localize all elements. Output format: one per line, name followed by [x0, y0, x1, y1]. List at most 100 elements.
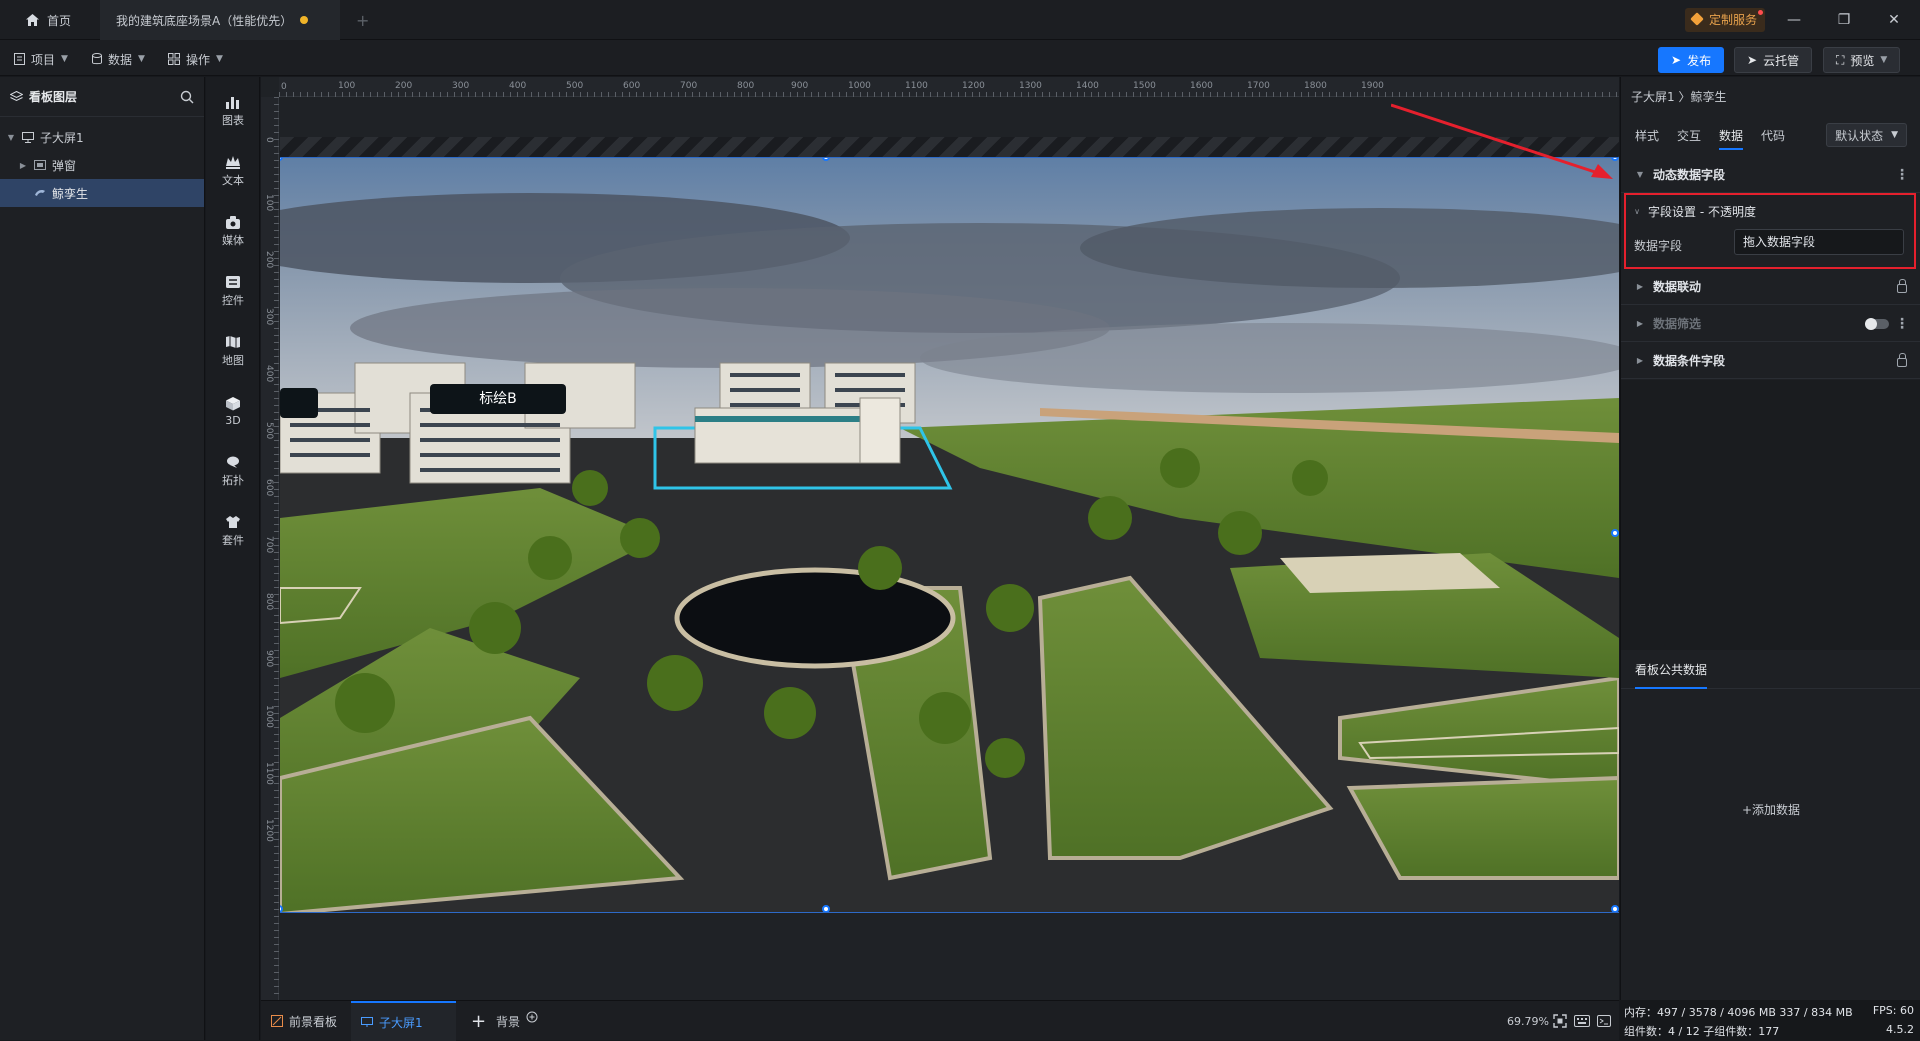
expand-icon[interactable]: ▼ — [6, 133, 16, 142]
send-icon: ➤ — [1671, 53, 1682, 67]
expand-icon[interactable]: ∨ — [1632, 207, 1642, 216]
collapse-icon[interactable]: ▶ — [18, 161, 28, 170]
collapse-icon[interactable]: ▶ — [1635, 282, 1645, 291]
tab-project[interactable]: 我的建筑底座场景A（性能优先） — [100, 0, 340, 40]
component-map[interactable]: 地图 — [206, 327, 260, 375]
tree-item-label: 鲸孪生 — [52, 186, 89, 201]
more-icon[interactable]: ⋮ — [1895, 316, 1909, 332]
ruler-vertical[interactable]: 0 100 200 300 400 500 600 700 800 900 10… — [261, 97, 279, 1000]
custom-service-button[interactable]: 定制服务 — [1685, 8, 1766, 32]
ruler-ticks — [279, 77, 1619, 97]
section-dynamic-fields-label: 动态数据字段 — [1653, 168, 1726, 182]
add-data-button[interactable]: +添加数据 — [1621, 797, 1920, 821]
add-circle-icon[interactable] — [526, 1011, 538, 1023]
ruler-label: 100 — [264, 194, 274, 212]
keyboard-icon[interactable] — [1574, 1015, 1590, 1027]
component-kit-label: 套件 — [222, 533, 244, 547]
preview-button[interactable]: ⛶ 预览 ▼ — [1823, 47, 1901, 73]
ruler-label: 1000 — [264, 705, 274, 728]
tab-style[interactable]: 样式 — [1635, 127, 1659, 144]
restore-button[interactable]: ❐ — [1830, 8, 1858, 32]
ruler-label: 800 — [264, 593, 274, 611]
component-topology-label: 拓扑 — [222, 473, 244, 487]
close-button[interactable]: ✕ — [1880, 8, 1908, 32]
field-setting-title: 字段设置 - 不透明度 — [1648, 205, 1756, 219]
collapse-icon[interactable]: ▶ — [1635, 319, 1645, 328]
tab-screen-1[interactable]: 子大屏1 — [351, 1001, 456, 1041]
lock-icon[interactable] — [1897, 279, 1907, 293]
component-media[interactable]: 媒体 — [206, 207, 260, 255]
status-bar: 内存：497 / 3578 / 4096 MB 337 / 834 MB FPS… — [1620, 1000, 1920, 1040]
send-icon: ➤ — [1747, 53, 1758, 67]
ruler-label: 1000 — [848, 81, 871, 91]
section-data-linkage[interactable]: ▶ 数据联动 — [1621, 269, 1920, 305]
menu-project[interactable]: 项目 ▼ — [14, 48, 68, 70]
resize-handle-bottom-right[interactable] — [1611, 905, 1619, 912]
scene-marker-b[interactable]: 标绘B — [430, 384, 566, 414]
component-topology[interactable]: 拓扑 — [206, 447, 260, 495]
chart-icon — [226, 96, 239, 109]
section-data-linkage-label: 数据联动 — [1653, 280, 1702, 294]
scene-marker-partial[interactable] — [280, 388, 318, 418]
data-field-dropzone[interactable]: 拖入数据字段 — [1734, 229, 1904, 255]
new-tab-button[interactable]: + — [340, 0, 385, 40]
menu-data[interactable]: 数据 ▼ — [92, 48, 145, 70]
tab-interaction[interactable]: 交互 — [1677, 127, 1701, 144]
tree-item-popup[interactable]: ▶ 弹窗 — [0, 151, 204, 179]
cloud-host-button[interactable]: ➤ 云托管 — [1734, 47, 1813, 73]
state-select[interactable]: 默认状态 ▼ — [1826, 123, 1907, 147]
component-kit[interactable]: 套件 — [206, 507, 260, 555]
more-icon[interactable]: ⋮ — [1895, 167, 1909, 183]
minimize-button[interactable]: — — [1780, 8, 1808, 32]
canvas-area[interactable]: 0 100 200 300 400 500 600 700 800 900 10… — [261, 77, 1619, 1000]
ruler-label: 200 — [264, 251, 274, 269]
bottom-tab-bar: 前景看板 子大屏1 + 背景 69.79% — [261, 1000, 1619, 1041]
tab-home[interactable]: 首页 — [10, 0, 87, 40]
resize-handle-bottom[interactable] — [822, 905, 830, 912]
section-data-condition[interactable]: ▶ 数据条件字段 — [1621, 343, 1920, 379]
component-chart[interactable]: 图表 — [206, 87, 260, 135]
ruler-label: 400 — [509, 81, 527, 91]
expand-icon[interactable]: ▼ — [1635, 170, 1645, 179]
twin-icon — [35, 190, 45, 196]
tab-public-data[interactable]: 看板公共数据 — [1635, 651, 1708, 689]
publish-button[interactable]: ➤ 发布 — [1658, 47, 1725, 73]
resize-handle-right[interactable] — [1611, 529, 1619, 537]
ruler-label: 1900 — [1361, 81, 1384, 91]
chevron-down-icon: ▼ — [138, 54, 145, 64]
ruler-label: 600 — [623, 81, 641, 91]
twin-scene-component[interactable]: 标绘B — [280, 157, 1619, 913]
component-toolbar: 图表 文本 媒体 控件 地图 3D 拓扑 套件 — [206, 77, 260, 1040]
layer-panel: 看板图层 ▼ 子大屏1 ▶ 弹窗 鲸孪生 — [0, 77, 205, 1040]
fullscreen-icon: ⛶ — [1836, 52, 1845, 67]
lock-icon[interactable] — [1897, 353, 1907, 367]
preview-label: 预览 — [1850, 53, 1875, 68]
tab-data[interactable]: 数据 — [1719, 127, 1744, 150]
component-widget[interactable]: 控件 — [206, 267, 260, 315]
tab-code[interactable]: 代码 — [1761, 127, 1785, 144]
text-icon — [226, 155, 240, 169]
tree-item-screen[interactable]: ▼ 子大屏1 — [0, 123, 204, 151]
menu-operation[interactable]: 操作 ▼ — [168, 48, 223, 70]
component-3d[interactable]: 3D — [206, 387, 260, 435]
zoom-level[interactable]: 69.79% — [1497, 1001, 1559, 1041]
field-setting-header[interactable]: ∨ 字段设置 - 不透明度 — [1632, 203, 1756, 220]
ruler-label: 700 — [264, 536, 274, 554]
fit-screen-icon[interactable] — [1553, 1014, 1567, 1028]
tree-item-twin[interactable]: 鲸孪生 — [0, 179, 204, 207]
collapse-icon[interactable]: ▶ — [1635, 356, 1645, 365]
ruler-horizontal[interactable]: 0 100 200 300 400 500 600 700 800 900 10… — [279, 77, 1619, 97]
search-icon[interactable] — [180, 90, 194, 104]
terminal-icon[interactable] — [1597, 1015, 1611, 1027]
tab-foreground-board[interactable]: 前景看板 — [261, 1001, 347, 1041]
publish-label: 发布 — [1687, 53, 1712, 68]
component-text[interactable]: 文本 — [206, 147, 260, 195]
popup-icon — [34, 160, 46, 170]
section-data-filter[interactable]: ▶ 数据筛选 ⋮ — [1621, 306, 1920, 342]
tab-background[interactable]: 背景 — [486, 1001, 548, 1041]
ruler-label: 500 — [566, 81, 584, 91]
map-icon — [226, 335, 240, 348]
ruler-label: 800 — [737, 81, 755, 91]
filter-toggle[interactable] — [1865, 318, 1889, 330]
section-dynamic-fields[interactable]: ▼ 动态数据字段 ⋮ — [1621, 157, 1920, 193]
